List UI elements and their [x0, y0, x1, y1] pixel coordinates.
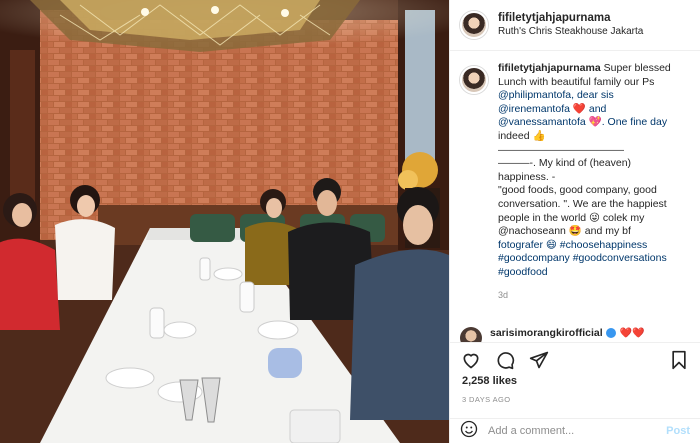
smiley-icon[interactable]	[460, 420, 478, 443]
caption-hashtag[interactable]: fotografer 😄 #choosehappiness	[498, 239, 671, 253]
post-header: fifiletytjahjapurnama Ruth's Chris Steak…	[450, 0, 700, 51]
caption-line: conversation. ". We are the happiest	[498, 197, 667, 210]
share-icon[interactable]	[528, 349, 550, 371]
heart-icon[interactable]	[460, 349, 482, 371]
post-username[interactable]: fifiletytjahjapurnama	[498, 11, 643, 25]
comment-input[interactable]	[488, 425, 667, 437]
caption-line: "good foods, good company, good	[498, 184, 657, 197]
caption-avatar[interactable]	[460, 66, 488, 94]
caption-line: Super blessed	[603, 62, 671, 74]
commenter-avatar[interactable]	[460, 327, 482, 342]
caption-mention[interactable]: @vanessamantofa 💖. One fine day	[498, 116, 671, 130]
caption-mention[interactable]: @irenemantofa ❤️ and	[498, 103, 671, 117]
add-comment-bar: Post	[450, 418, 700, 443]
action-bar	[450, 342, 700, 376]
caption-line: indeed 👍	[498, 129, 546, 142]
bookmark-icon[interactable]	[668, 349, 690, 371]
header-text: fifiletytjahjapurnama Ruth's Chris Steak…	[498, 11, 643, 39]
instagram-post: fifiletytjahjapurnama Ruth's Chris Steak…	[0, 0, 700, 443]
restaurant-photo	[0, 0, 449, 443]
commenter-username[interactable]: sarisimorangkirofficial	[490, 327, 603, 339]
caption-hashtag[interactable]: #goodcompany #goodconversations	[498, 252, 671, 266]
comment-icon[interactable]	[494, 349, 516, 371]
caption-area: fifiletytjahjapurnama Super blessed Lunc…	[460, 62, 694, 324]
profile-avatar[interactable]	[460, 11, 488, 39]
like-count[interactable]: 2,258 likes	[462, 375, 517, 387]
post-location[interactable]: Ruth's Chris Steakhouse Jakarta	[498, 25, 643, 39]
caption-line: happiness. -	[498, 170, 556, 183]
caption-hashtag[interactable]: #goodfood	[498, 266, 671, 280]
caption-mention[interactable]: @philipmantofa, dear sis	[498, 89, 671, 103]
caption-age: 3d	[498, 289, 509, 300]
post-date[interactable]: 3 DAYS AGO	[462, 395, 510, 404]
comment-emoji: ❤️❤️	[619, 327, 645, 339]
post-sidebar: fifiletytjahjapurnama Ruth's Chris Steak…	[449, 0, 700, 443]
post-comment-button[interactable]: Post	[666, 425, 690, 437]
post-photo[interactable]	[0, 0, 449, 443]
caption-line: ————————————	[498, 143, 624, 156]
caption-line: Lunch with beautiful family our Ps	[498, 75, 655, 88]
caption-text: fifiletytjahjapurnama Super blessed Lunc…	[498, 62, 671, 324]
caption-line: people in the world 😜 colek my	[498, 211, 645, 224]
caption-username[interactable]: fifiletytjahjapurnama	[498, 62, 601, 74]
caption-line: ———-. My kind of (heaven)	[498, 157, 632, 170]
verified-badge-icon	[605, 328, 616, 338]
comment-preview: sarisimorangkirofficial ❤️❤️	[460, 324, 694, 342]
caption-line: @nachoseann 🤩 and my bf	[498, 225, 631, 238]
